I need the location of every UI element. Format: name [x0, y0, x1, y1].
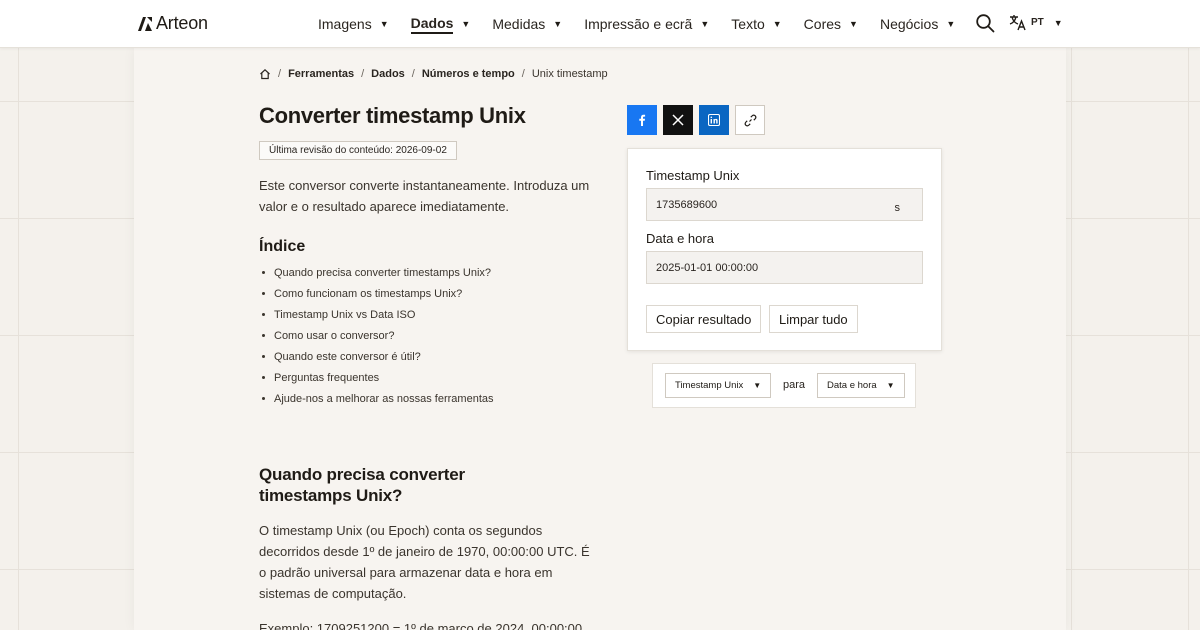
toc-item[interactable]: Ajude-nos a melhorar as nossas ferrament… — [259, 392, 494, 413]
nav-item-imagens[interactable]: Imagens ▼ — [318, 0, 389, 48]
toc-item[interactable]: Quando este conversor é útil? — [259, 350, 494, 371]
caret-down-icon: ▼ — [886, 381, 895, 390]
search-button[interactable] — [975, 13, 997, 35]
logo-text: Arteon — [156, 13, 208, 33]
toc-title: Índice — [259, 238, 306, 255]
caret-down-icon: ▼ — [461, 19, 471, 29]
nav-item-texto[interactable]: Texto ▼ — [731, 0, 781, 48]
top-header: Arteon Imagens ▼ Dados ▼ Medidas ▼ Impre… — [0, 0, 1200, 48]
datetime-label: Data e hora — [646, 231, 714, 246]
breadcrumb-separator: / — [361, 68, 365, 80]
page-title: Converter timestamp Unix — [259, 103, 526, 128]
nav-label: Imagens — [318, 16, 372, 32]
share-facebook-button[interactable] — [627, 105, 657, 135]
toc-item[interactable]: Como funcionam os timestamps Unix? — [259, 287, 494, 308]
nav-label: Medidas — [492, 16, 546, 32]
nav-item-cores[interactable]: Cores ▼ — [804, 0, 858, 48]
breadcrumb-separator: / — [278, 68, 282, 80]
home-icon[interactable] — [259, 68, 271, 80]
datetime-output[interactable]: 2025-01-01 00:00:00 — [646, 251, 923, 284]
language-selector[interactable]: PT ▼ — [1009, 14, 1063, 31]
nav-item-negocios[interactable]: Negócios ▼ — [880, 0, 955, 48]
main-nav: Imagens ▼ Dados ▼ Medidas ▼ Impressão e … — [318, 0, 977, 48]
share-x-button[interactable] — [663, 105, 693, 135]
breadcrumb-separator: / — [411, 68, 415, 80]
nav-item-dados[interactable]: Dados ▼ — [410, 0, 471, 48]
section-example: Exemplo: 1709251200 = 1º de março de 202… — [259, 621, 583, 630]
linkedin-icon — [708, 114, 720, 126]
clear-all-button[interactable]: Limpar tudo — [769, 305, 858, 333]
nav-label: Cores — [803, 16, 842, 32]
nav-label: Texto — [731, 16, 765, 32]
toc-item[interactable]: Timestamp Unix vs Data ISO — [259, 308, 494, 329]
x-icon — [672, 114, 684, 126]
section-title: Quando precisa converter timestamps Unix… — [259, 465, 465, 505]
copy-result-button[interactable]: Copiar resultado — [646, 305, 762, 333]
nav-label: Dados — [410, 15, 454, 34]
caret-down-icon: ▼ — [700, 19, 710, 29]
converter-card: Timestamp Unix 1735689600 s Data e hora … — [627, 148, 942, 351]
timestamp-input[interactable]: 1735689600 s — [646, 188, 923, 221]
unit-suffix: s — [894, 202, 901, 214]
caret-down-icon: ▼ — [772, 19, 782, 29]
breadcrumb-current: Unix timestamp — [531, 68, 608, 80]
caret-down-icon: ▼ — [553, 19, 563, 29]
nav-label: Impressão e ecrã — [584, 16, 693, 32]
unit-selector-row: Timestamp Unix ▼ para Data e hora ▼ — [652, 363, 916, 408]
breadcrumb-separator: / — [521, 68, 525, 80]
to-unit-select[interactable]: Data e hora ▼ — [817, 373, 905, 398]
copy-link-button[interactable] — [735, 105, 765, 135]
caret-down-icon: ▼ — [849, 19, 858, 29]
from-unit-value: Timestamp Unix — [675, 380, 744, 391]
logo-icon — [138, 16, 152, 31]
logo[interactable]: Arteon — [137, 13, 208, 34]
facebook-icon — [639, 114, 646, 126]
link-icon — [744, 114, 756, 126]
toc-item[interactable]: Perguntas frequentes — [259, 371, 494, 392]
nav-item-impressao[interactable]: Impressão e ecrã ▼ — [584, 0, 709, 48]
caret-down-icon: ▼ — [379, 19, 389, 29]
breadcrumb-item[interactable]: Ferramentas — [288, 68, 354, 80]
search-icon — [976, 14, 995, 33]
translate-icon — [1009, 15, 1026, 31]
revision-badge: Última revisão do conteúdo: 2026-09-02 — [259, 141, 457, 160]
datetime-value: 2025-01-01 00:00:00 — [656, 261, 759, 274]
nav-item-medidas[interactable]: Medidas ▼ — [492, 0, 562, 48]
nav-label: Negócios — [879, 16, 939, 32]
breadcrumb-item[interactable]: Números e tempo — [422, 68, 515, 80]
timestamp-value: 1735689600 — [656, 198, 718, 211]
caret-down-icon: ▼ — [1053, 17, 1063, 28]
share-linkedin-button[interactable] — [699, 105, 729, 135]
timestamp-label: Timestamp Unix — [646, 168, 740, 183]
to-unit-value: Data e hora — [827, 380, 877, 391]
section-body: O timestamp Unix (ou Epoch) conta os seg… — [259, 523, 590, 601]
intro-text: Este conversor converte instantaneamente… — [259, 178, 590, 214]
connector-text: para — [783, 379, 806, 391]
content-sheet: / Ferramentas / Dados / Números e tempo … — [134, 48, 1066, 630]
share-buttons — [627, 105, 765, 135]
toc-item[interactable]: Como usar o conversor? — [259, 329, 494, 350]
caret-down-icon: ▼ — [753, 381, 762, 390]
table-of-contents: Quando precisa converter timestamps Unix… — [259, 266, 494, 413]
breadcrumb: / Ferramentas / Dados / Números e tempo … — [259, 68, 608, 80]
caret-down-icon: ▼ — [946, 19, 956, 29]
breadcrumb-item[interactable]: Dados — [371, 68, 405, 80]
toc-item[interactable]: Quando precisa converter timestamps Unix… — [259, 266, 494, 287]
from-unit-select[interactable]: Timestamp Unix ▼ — [665, 373, 772, 398]
language-code: PT — [1031, 17, 1044, 28]
